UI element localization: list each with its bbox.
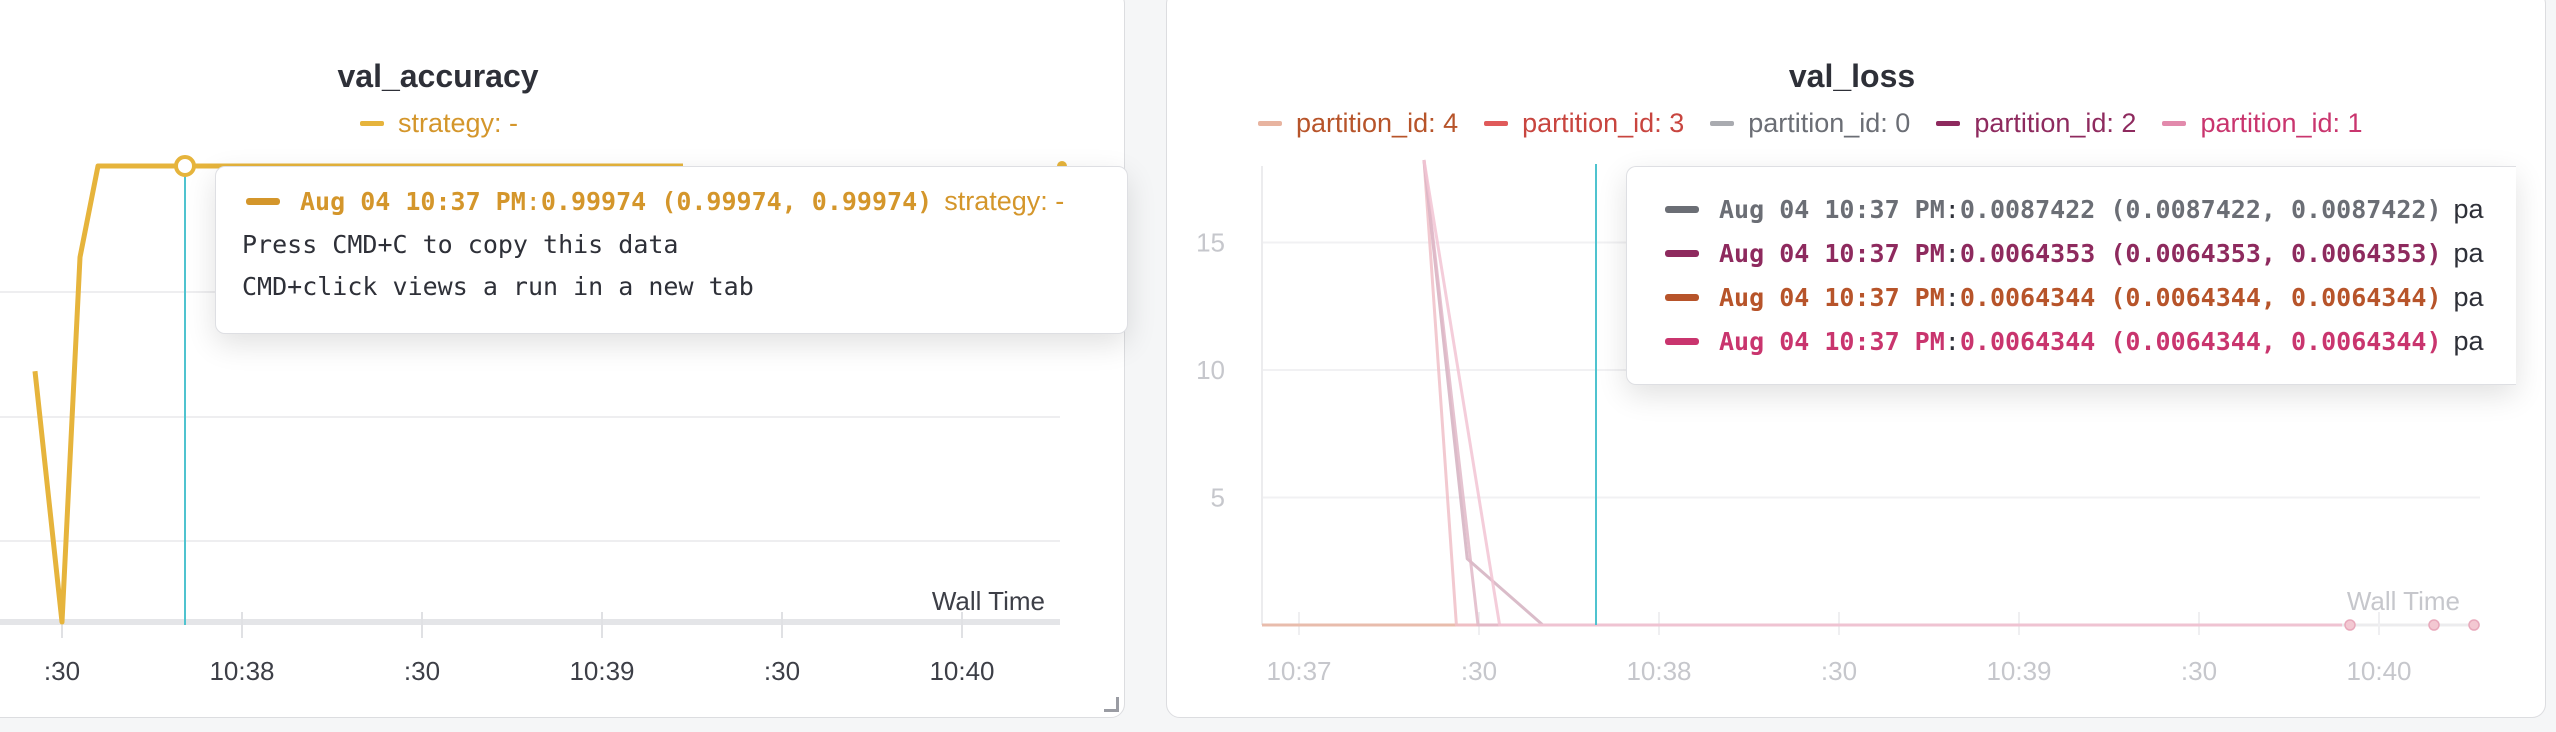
x-tick-label: 10:38 — [1626, 656, 1691, 686]
tooltip-time: Aug 04 10:37 PM — [1719, 282, 1945, 312]
tooltip-swatch — [1665, 337, 1699, 345]
tooltip-range: (0.0064353, 0.0064353) — [2110, 238, 2442, 268]
tooltip-value: 0.0087422 — [1959, 194, 2096, 224]
tooltip-swatch — [1665, 249, 1699, 257]
y-tick-label: 10 — [1196, 355, 1225, 385]
tooltip-time: Aug 04 10:37 PM — [1719, 326, 1945, 356]
y-tick-label: 5 — [1211, 483, 1225, 513]
x-axis-label: Wall Time — [2347, 586, 2460, 616]
tooltip-row: Aug 04 10:37 PM: 0.0064344 (0.0064344, 0… — [1665, 319, 2516, 363]
x-tick-label: 10:40 — [2346, 656, 2411, 686]
tooltip-run-name: pa — [2453, 281, 2484, 312]
tooltip-colon: : — [1944, 326, 1960, 356]
val-loss-tooltip: Aug 04 10:37 PM: 0.0087422 (0.0087422, 0… — [1626, 166, 2516, 385]
tooltip-run-name: pa — [2453, 193, 2484, 224]
tooltip-swatch — [1665, 205, 1699, 213]
tooltip-row: Aug 04 10:37 PM: 0.0064344 (0.0064344, 0… — [1665, 275, 2516, 319]
tooltip-row: Aug 04 10:37 PM: 0.0087422 (0.0087422, 0… — [1665, 187, 2516, 231]
tooltip-colon: : — [1944, 282, 1960, 312]
x-tick-label: 10:39 — [1986, 656, 2051, 686]
tooltip-value: 0.0064353 — [1959, 238, 2096, 268]
tooltip-colon: : — [1944, 194, 1960, 224]
x-tick-label: :30 — [2181, 656, 2217, 686]
tooltip-range: (0.0087422, 0.0087422) — [2110, 194, 2442, 224]
x-tick-label: :30 — [1461, 656, 1497, 686]
tooltip-run-name: pa — [2453, 237, 2484, 268]
tooltip-time: Aug 04 10:37 PM — [1719, 194, 1945, 224]
series-end-point — [2344, 619, 2356, 631]
tooltip-swatch — [1665, 293, 1699, 301]
series-end-point — [2468, 619, 2480, 631]
tooltip-time: Aug 04 10:37 PM — [1719, 238, 1945, 268]
x-tick-label: 10:37 — [1266, 656, 1331, 686]
series-end-point — [2428, 619, 2440, 631]
tooltip-row: Aug 04 10:37 PM: 0.0064353 (0.0064353, 0… — [1665, 231, 2516, 275]
tooltip-range: (0.0064344, 0.0064344) — [2110, 282, 2442, 312]
y-tick-label: 15 — [1196, 228, 1225, 258]
x-tick-label: :30 — [1821, 656, 1857, 686]
tooltip-run-name: pa — [2453, 325, 2484, 356]
tooltip-value: 0.0064344 — [1959, 282, 2096, 312]
tooltip-range: (0.0064344, 0.0064344) — [2110, 326, 2442, 356]
tooltip-value: 0.0064344 — [1959, 326, 2096, 356]
tooltip-colon: : — [1944, 238, 1960, 268]
